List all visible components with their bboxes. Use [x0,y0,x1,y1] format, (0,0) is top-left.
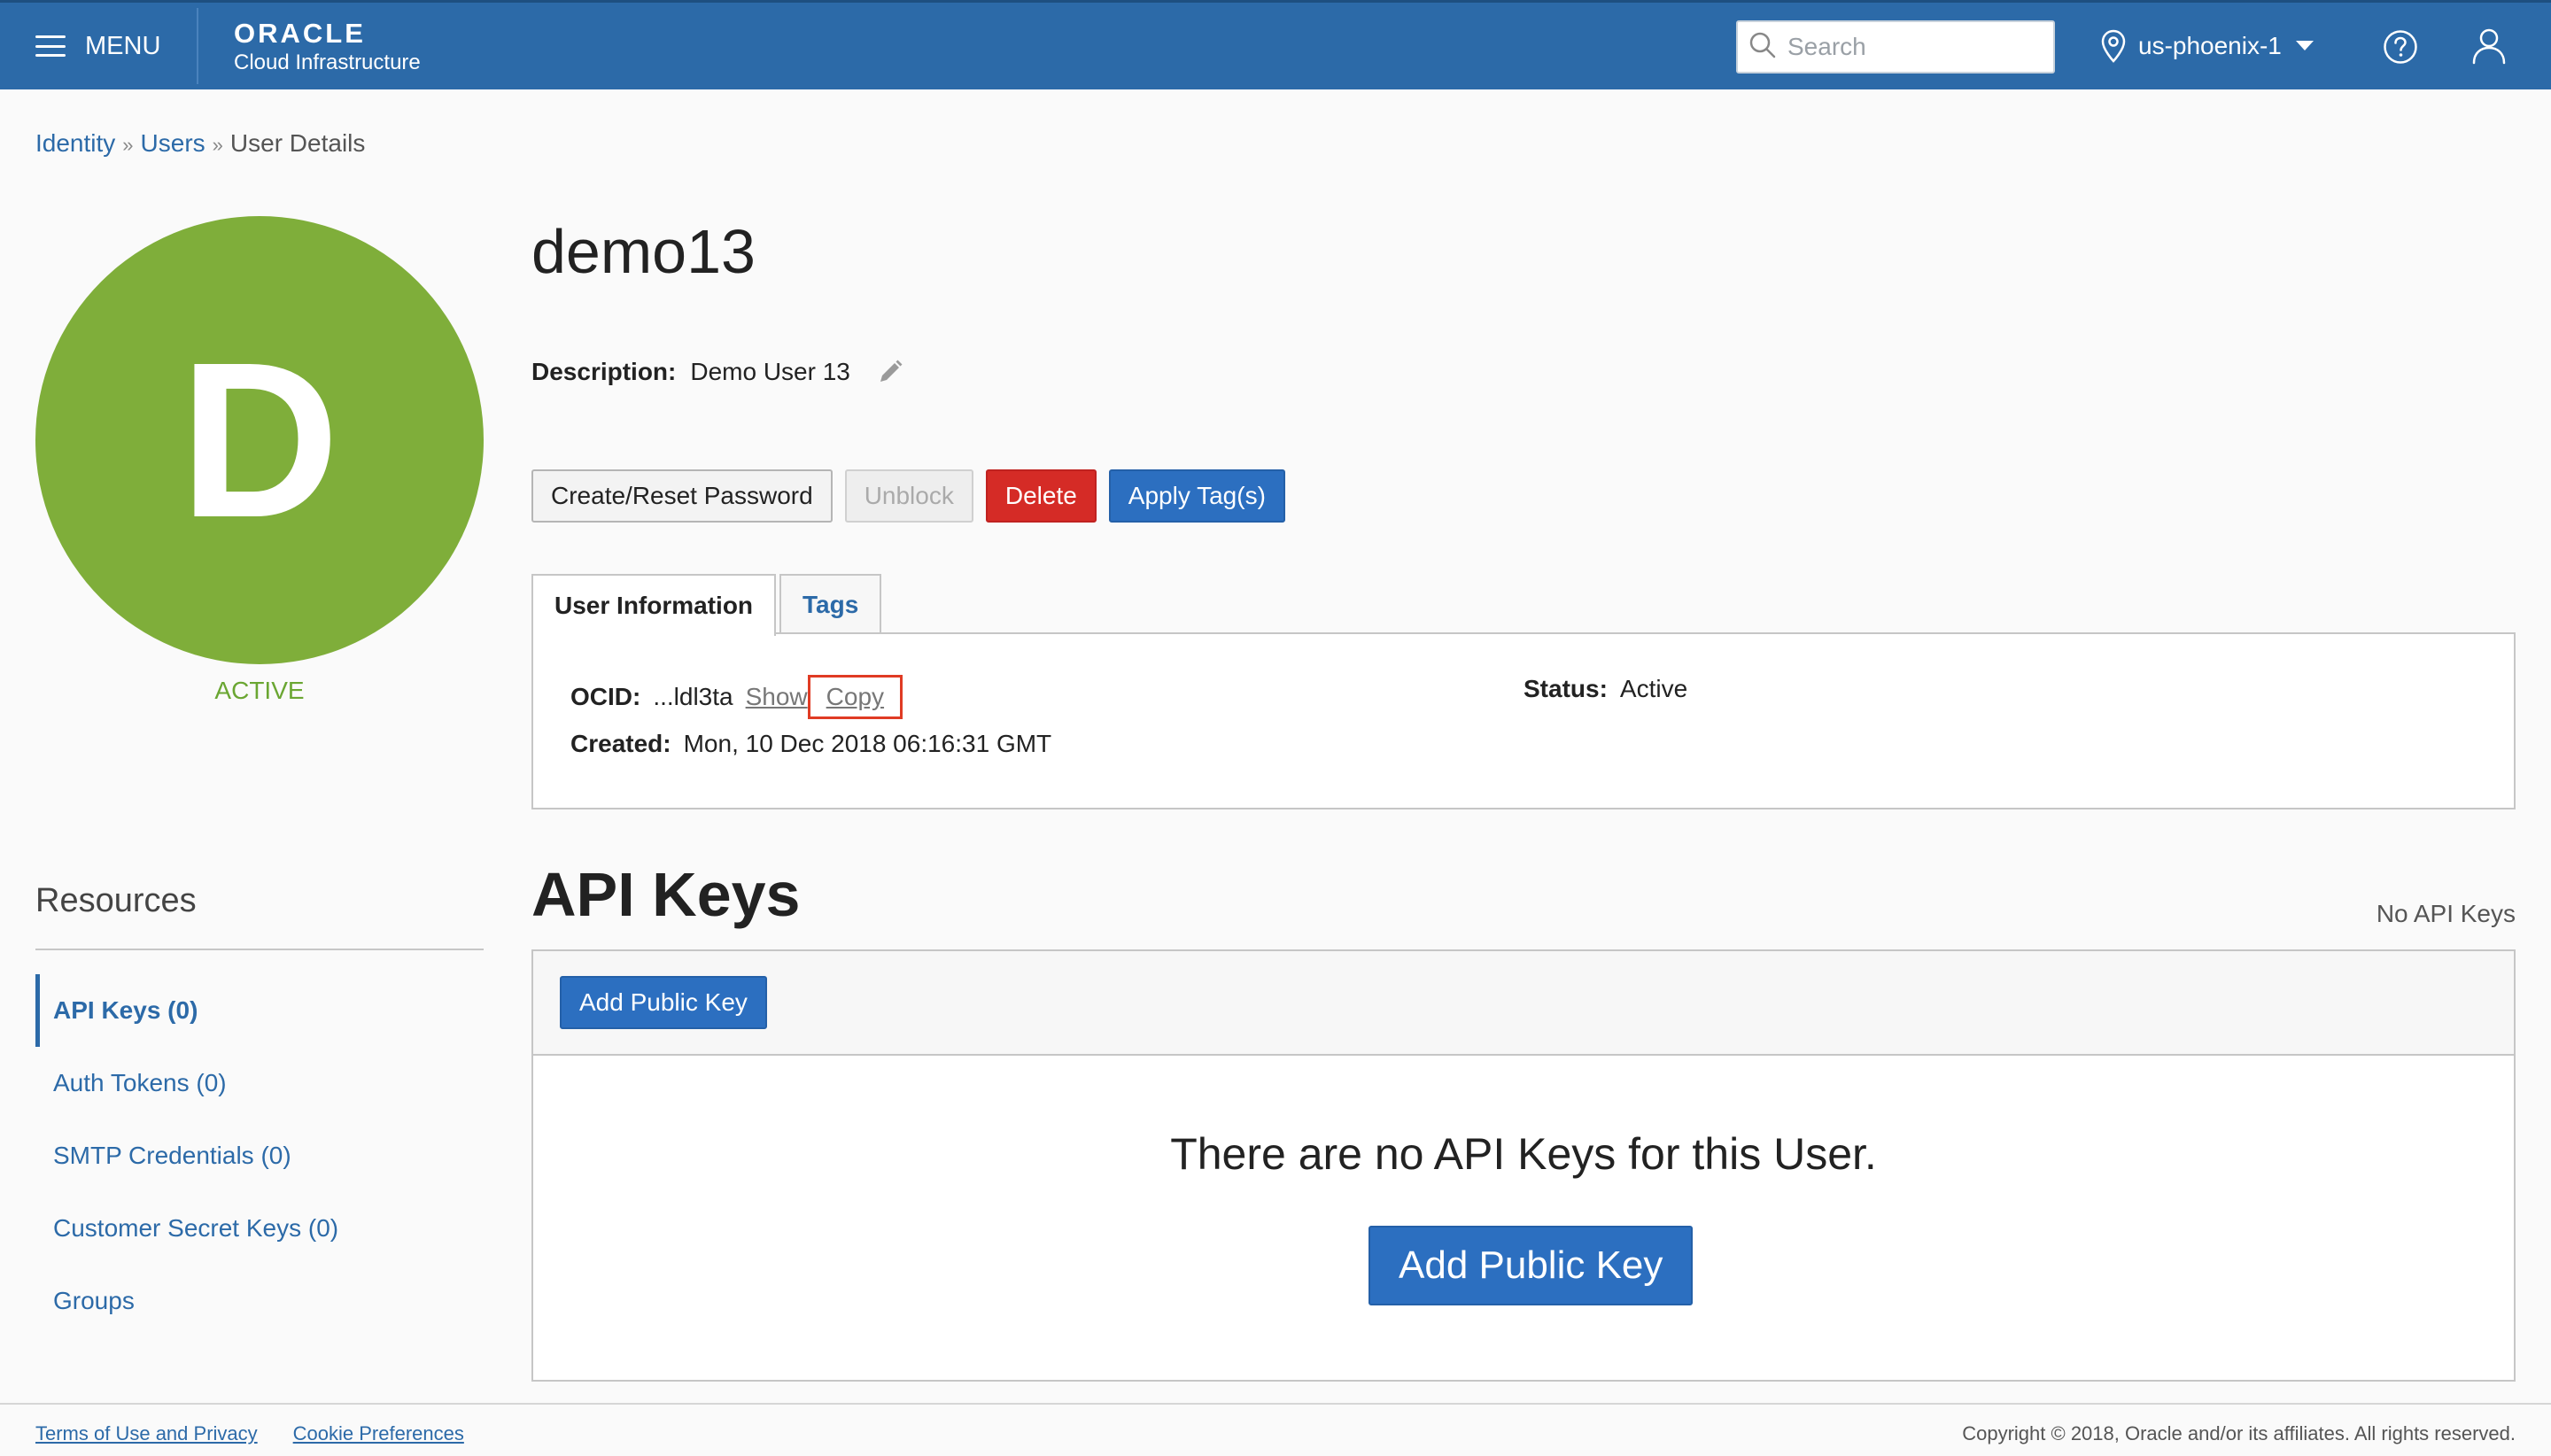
region-label: us-phoenix-1 [2138,32,2282,59]
status-row: Status: Active [1524,675,1687,703]
breadcrumb-users[interactable]: Users [141,129,205,157]
add-public-key-button[interactable]: Add Public Key [560,976,767,1029]
breadcrumb-identity[interactable]: Identity [35,129,115,157]
copyright-text: Copyright © 2018, Oracle and/or its affi… [1962,1422,2516,1444]
resources-list: API Keys (0) Auth Tokens (0) SMTP Creden… [35,974,484,1337]
brand-subtitle: Cloud Infrastructure [234,50,421,74]
region-selector[interactable]: us-phoenix-1 [2101,3,2314,89]
resource-customer-secret-keys[interactable]: Customer Secret Keys (0) [35,1192,484,1265]
avatar-letter: D [179,316,340,563]
ocid-row: OCID: ...ldl3ta Show Copy [570,675,903,719]
tab-tags[interactable]: Tags [779,574,882,634]
breadcrumb-current: User Details [229,129,366,157]
user-profile-icon[interactable] [2471,27,2507,65]
page-title: demo13 [531,217,756,286]
brand-logo-text: ORACLE [234,18,366,49]
resource-groups[interactable]: Groups [35,1265,484,1337]
api-keys-count: No API Keys [2376,900,2516,927]
hamburger-icon [35,35,66,57]
ocid-value: ...ldl3ta [653,683,733,710]
description-row: Description: Demo User 13 [531,358,903,386]
created-label: Created: [570,730,671,757]
help-icon[interactable] [2383,29,2418,65]
api-keys-heading: API Keys [531,860,801,929]
unblock-button: Unblock [844,469,973,523]
breadcrumb-separator: » [212,134,223,156]
delete-button[interactable]: Delete [985,469,1097,523]
search-box[interactable] [1736,20,2055,74]
create-reset-password-button[interactable]: Create/Reset Password [531,469,833,523]
status-value: Active [1619,675,1688,702]
detail-tabs: User Information Tags [531,574,882,636]
api-keys-panel: Add Public Key There are no API Keys for… [531,949,2516,1382]
description-label: Description: [531,358,677,385]
action-buttons: Create/Reset Password Unblock Delete App… [531,469,1285,523]
ocid-label: OCID: [570,683,641,710]
apply-tags-button[interactable]: Apply Tag(s) [1108,469,1285,523]
resources-heading: Resources [35,882,197,919]
header-divider [197,8,198,84]
created-row: Created: Mon, 10 Dec 2018 06:16:31 GMT [570,730,1051,758]
footer: Terms of Use and Privacy Cookie Preferen… [0,1403,2551,1456]
show-ocid-link[interactable]: Show [746,683,808,711]
resource-auth-tokens[interactable]: Auth Tokens (0) [35,1047,484,1119]
resource-api-keys[interactable]: API Keys (0) [35,974,484,1047]
footer-links: Terms of Use and Privacy Cookie Preferen… [35,1422,464,1445]
search-input[interactable] [1787,33,2035,61]
breadcrumb-separator: » [122,134,134,156]
created-value: Mon, 10 Dec 2018 06:16:31 GMT [683,730,1052,757]
terms-link[interactable]: Terms of Use and Privacy [35,1422,258,1445]
oracle-logo[interactable]: ORACLE Cloud Infrastructure [234,19,421,77]
location-pin-icon [2101,29,2126,63]
empty-state-add-public-key-button[interactable]: Add Public Key [1369,1226,1694,1305]
user-information-panel: OCID: ...ldl3ta Show Copy Created: Mon, … [531,632,2516,809]
cookie-preferences-link[interactable]: Cookie Preferences [293,1422,464,1445]
breadcrumb: Identity » Users » User Details [35,129,365,158]
menu-button[interactable]: MENU [35,3,160,89]
search-icon [1748,31,1777,64]
user-status-label: ACTIVE [214,677,305,704]
menu-label: MENU [85,31,161,60]
copy-ocid-link[interactable]: Copy [807,675,903,719]
resources-divider [35,949,484,950]
edit-pencil-icon[interactable] [877,359,903,385]
description-value: Demo User 13 [690,358,850,385]
empty-state-message: There are no API Keys for this User. [1170,1129,1877,1179]
api-keys-toolbar: Add Public Key [533,951,2514,1056]
tab-user-information[interactable]: User Information [531,574,777,636]
top-navigation-bar: MENU ORACLE Cloud Infrastructure us-phoe… [0,0,2551,89]
status-label: Status: [1524,675,1608,702]
resource-smtp-credentials[interactable]: SMTP Credentials (0) [35,1119,484,1192]
avatar: D [35,216,484,664]
chevron-down-icon [2295,41,2314,51]
